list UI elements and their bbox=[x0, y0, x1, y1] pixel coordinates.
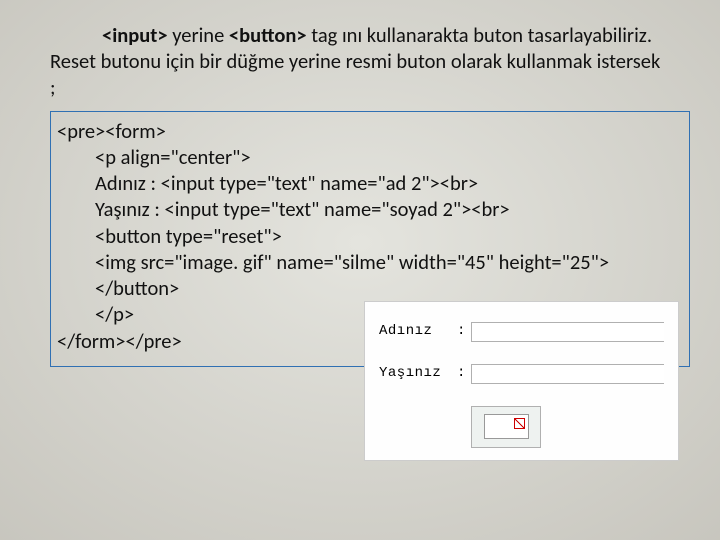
code-line: <button type="reset"> bbox=[51, 223, 689, 249]
code-example-box: <pre><form> <p align="center"> Adınız : … bbox=[50, 111, 690, 367]
preview-label-age: Yaşınız bbox=[379, 365, 457, 383]
broken-image-icon bbox=[484, 414, 529, 439]
preview-row-age: Yaşınız : bbox=[379, 364, 664, 384]
code-line: </button> bbox=[51, 275, 689, 301]
preview-input-age[interactable] bbox=[471, 364, 664, 384]
lead-bold-button: <button> bbox=[229, 22, 307, 48]
lead-bold-input: <input> bbox=[102, 22, 168, 48]
slide: <input> yerine <button> tag ını kullanar… bbox=[0, 0, 720, 540]
preview-label-name: Adınız bbox=[379, 323, 457, 341]
code-line: Adınız : <input type="text" name="ad 2">… bbox=[51, 170, 689, 196]
preview-row-name: Adınız : bbox=[379, 322, 664, 342]
code-line: <pre><form> bbox=[51, 118, 689, 144]
preview-reset-button[interactable] bbox=[471, 406, 541, 448]
preview-colon: : bbox=[457, 365, 471, 383]
lead-paragraph: <input> yerine <button> tag ını kullanar… bbox=[50, 22, 670, 101]
code-line: <p align="center"> bbox=[51, 144, 689, 170]
code-line: <img src="image. gif" name="silme" width… bbox=[51, 249, 689, 275]
preview-input-name[interactable] bbox=[471, 322, 664, 342]
lead-text-1: yerine bbox=[168, 22, 229, 48]
code-line: Yaşınız : <input type="text" name="soyad… bbox=[51, 196, 689, 222]
form-render-preview: Adınız : Yaşınız : bbox=[364, 301, 679, 461]
preview-colon: : bbox=[457, 323, 471, 341]
